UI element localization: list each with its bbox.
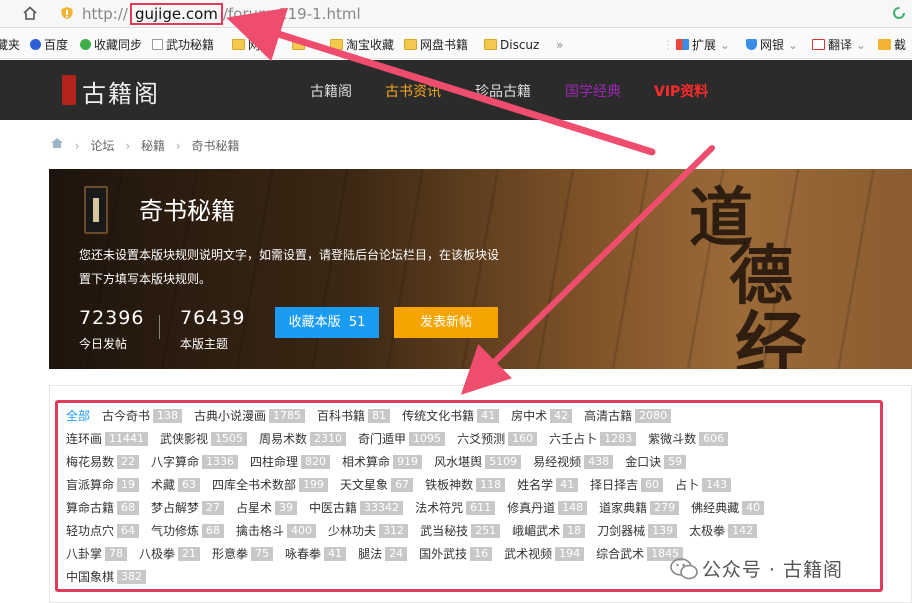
favorite-forum-button[interactable]: 收藏本版 51 xyxy=(275,307,379,338)
breadcrumb: › 论坛 › 秘籍 › 奇书秘籍 xyxy=(50,137,239,153)
nav-home[interactable]: 古籍阁 xyxy=(310,81,352,101)
stat-divider xyxy=(159,315,160,339)
bookmark-item[interactable]: 收藏同步 xyxy=(80,37,142,53)
folder-icon xyxy=(292,39,305,50)
page-root: http://gujige.com/forum-119-1.html 藏夹 百度… xyxy=(0,0,912,603)
folder-icon xyxy=(232,39,245,50)
stat-today-value: 72396 xyxy=(79,307,145,329)
chevron-right-icon: › xyxy=(125,138,131,153)
chevron-right-icon: › xyxy=(74,138,80,153)
reload-icon[interactable] xyxy=(892,6,906,20)
nav-news[interactable]: 古书资讯 xyxy=(385,81,441,101)
favorite-count: 51 xyxy=(348,315,366,330)
forum-book-icon xyxy=(84,186,108,234)
url-domain: gujige.com xyxy=(129,3,223,25)
scissors-icon xyxy=(878,39,891,50)
banner-calligraphy-3: 经 xyxy=(735,303,808,369)
logo-seal-icon xyxy=(62,75,76,105)
forum-banner: 道 德 经 奇书秘籍 您还未设置本版块规则说明文字，如需设置，请登陆后台论坛栏目… xyxy=(49,169,912,369)
forum-description: 您还未设置本版块规则说明文字，如需设置，请登陆后台论坛栏目，在该板块设置下方填写… xyxy=(79,248,500,286)
translate-icon xyxy=(812,39,825,50)
bookmark-folder[interactable]: Discuz xyxy=(484,37,539,53)
breadcrumb-current[interactable]: 奇书秘籍 xyxy=(191,137,239,154)
extensions-button[interactable]: 扩展 ⌄ xyxy=(676,37,730,53)
baidu-paw-icon xyxy=(30,39,41,50)
url-field[interactable]: http://gujige.com/forum-119-1.html xyxy=(82,3,361,25)
bookmarks-bar: 藏夹 百度 收藏同步 武功秘籍 网 淘宝收藏 网盘书籍 Discuz » ⋮ 扩… xyxy=(0,29,912,59)
toolbar-separator: ⋮ xyxy=(662,38,674,52)
watermark-text: 公众号 · 古籍阁 xyxy=(701,559,843,581)
folder-icon xyxy=(330,39,343,50)
bookmark-folder[interactable] xyxy=(292,37,308,53)
browser-address-bar: http://gujige.com/forum-119-1.html xyxy=(0,0,912,28)
bookmarks-overflow[interactable]: » xyxy=(556,37,563,53)
translate-button[interactable]: 翻译 ⌄ xyxy=(812,37,866,53)
folder-icon xyxy=(404,39,417,50)
stat-today: 72396 今日发帖 xyxy=(79,307,144,352)
site-logo[interactable]: 古籍阁 xyxy=(82,74,160,109)
breadcrumb-item[interactable]: 秘籍 xyxy=(141,137,165,154)
nav-rare-books[interactable]: 珍品古籍 xyxy=(475,81,531,101)
bookmark-folder[interactable]: 淘宝收藏 xyxy=(330,37,394,53)
nav-vip[interactable]: VIP资料 xyxy=(654,81,708,101)
bookmark-item[interactable]: 百度 xyxy=(30,37,68,53)
bookmark-folder[interactable]: 网盘书籍 xyxy=(404,37,468,53)
bookmark-item[interactable]: 武功秘籍 xyxy=(152,37,214,53)
grid-icon xyxy=(676,39,689,50)
url-scheme: http:// xyxy=(82,5,128,23)
stat-topics-value: 76439 xyxy=(180,307,246,329)
bookmark-item[interactable]: 藏夹 xyxy=(0,37,20,53)
wechat-icon xyxy=(670,557,698,579)
forum-title: 奇书秘籍 xyxy=(139,197,235,225)
new-post-button[interactable]: 发表新帖 xyxy=(394,307,498,338)
home-icon[interactable] xyxy=(50,137,64,149)
sync-leaf-icon xyxy=(80,39,91,50)
url-path: /forum-119-1.html xyxy=(222,5,361,23)
wechat-watermark: 公众号 · 古籍阁 xyxy=(670,555,843,585)
site-header: 古籍阁 古籍阁 古书资讯 珍品古籍 国学经典 VIP资料 xyxy=(0,60,912,120)
bookmark-folder[interactable]: 网 xyxy=(232,37,260,53)
screenshot-button[interactable]: 截 xyxy=(878,37,906,53)
stat-topics-label: 本版主题 xyxy=(180,337,229,351)
nav-classics[interactable]: 国学经典 xyxy=(565,81,621,101)
page-icon xyxy=(152,39,163,50)
ebank-button[interactable]: 网银 ⌄ xyxy=(746,37,798,53)
stat-today-label: 今日发帖 xyxy=(79,337,128,351)
site-security-icon[interactable] xyxy=(60,6,74,20)
folder-icon xyxy=(484,39,497,50)
stat-topics: 76439 本版主题 xyxy=(180,307,245,352)
shield-icon xyxy=(746,39,757,50)
home-icon[interactable] xyxy=(22,5,38,21)
chevron-right-icon: › xyxy=(175,138,181,153)
breadcrumb-item[interactable]: 论坛 xyxy=(90,137,114,154)
